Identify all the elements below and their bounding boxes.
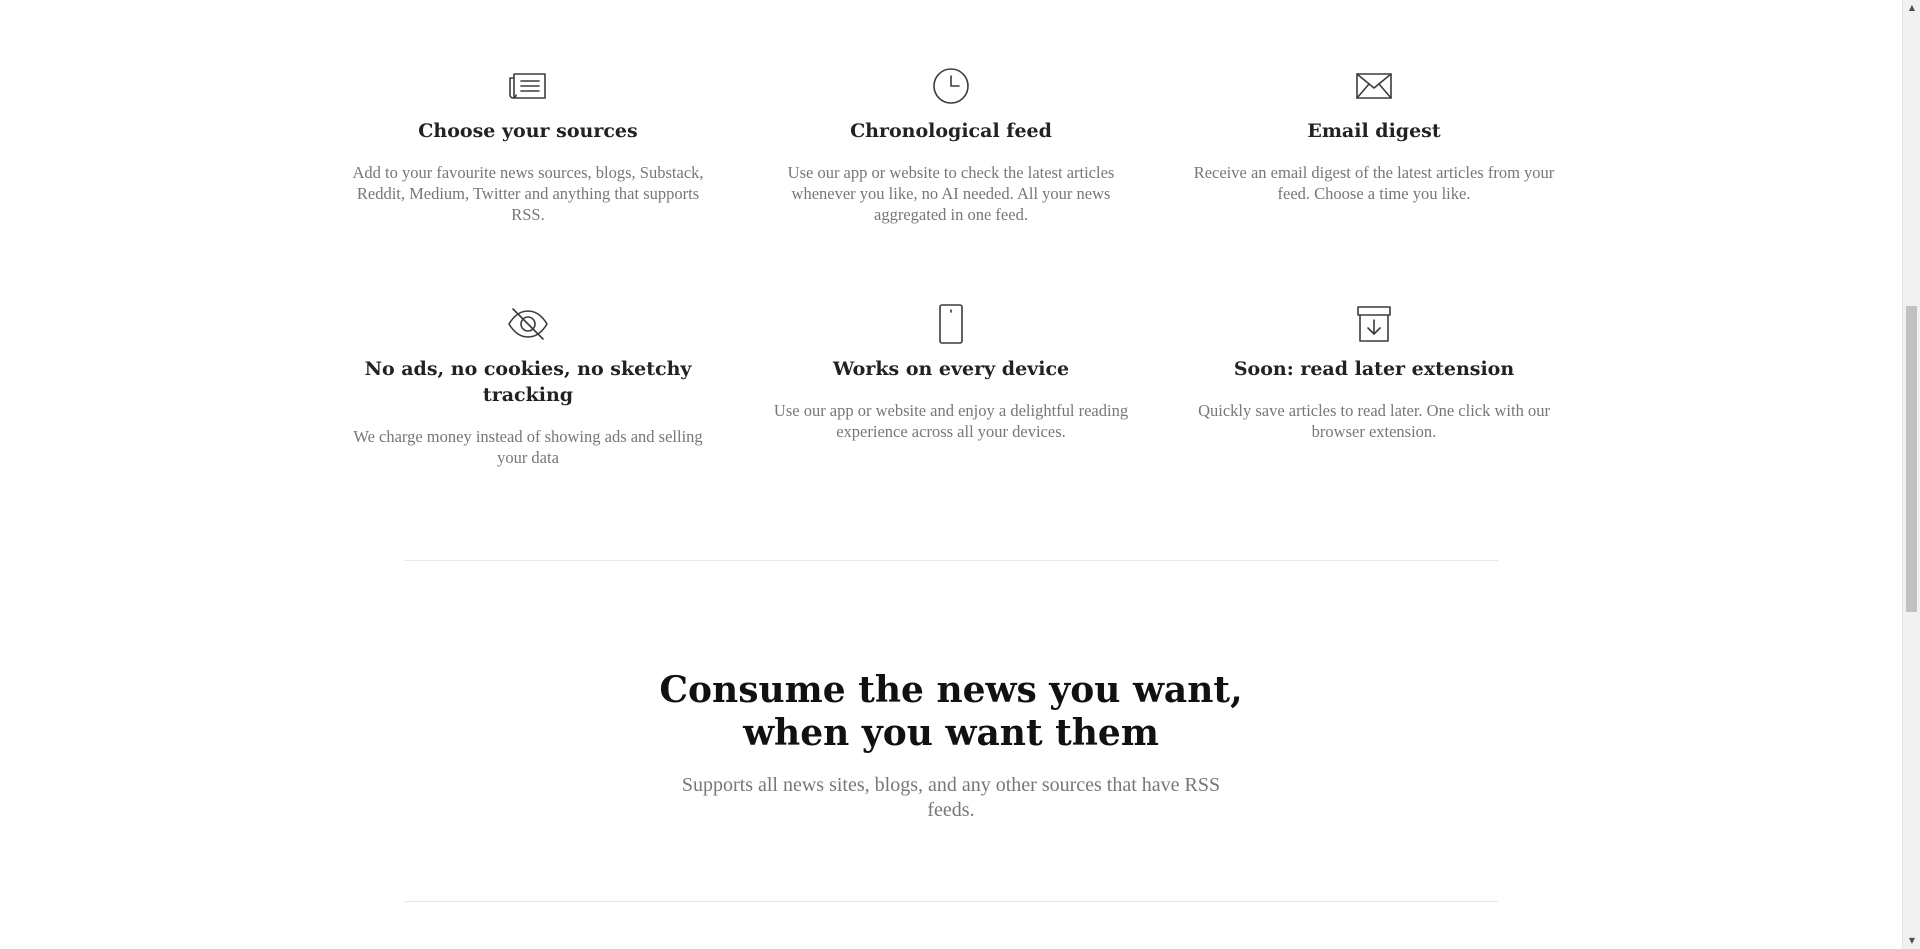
hero-section: Consume the news you want, when you want… [0, 669, 1902, 823]
feature-chronological-feed: Chronological feed Use our app or websit… [766, 64, 1136, 225]
feature-description: Quickly save articles to read later. One… [1198, 401, 1550, 441]
feature-title: Chronological feed [850, 120, 1052, 142]
section-divider [405, 901, 1498, 902]
feature-title: Choose your sources [418, 120, 638, 142]
feature-description: Use our app or website and enjoy a delig… [773, 401, 1129, 441]
envelope-icon [1352, 64, 1396, 108]
eye-slash-icon [506, 302, 550, 346]
feature-description: Add to your favourite news sources, blog… [352, 163, 704, 224]
smartphone-icon [929, 302, 973, 346]
feature-description: Use our app or website to check the late… [787, 163, 1115, 224]
scroll-down-arrow-icon[interactable]: ▼ [1903, 933, 1920, 949]
hero-heading: Consume the news you want, when you want… [0, 669, 1902, 755]
page-viewport: Choose your sources Add to your favourit… [0, 0, 1902, 949]
feature-description: Receive an email digest of the latest ar… [1193, 163, 1555, 203]
hero-heading-line: Consume the news you want, [659, 669, 1243, 711]
clock-icon [929, 64, 973, 108]
feature-title: No ads, no cookies, no sketchy tracking [364, 358, 692, 406]
feature-title: Soon: read later extension [1233, 358, 1515, 380]
feature-description: We charge money instead of showing ads a… [353, 427, 703, 467]
section-divider [405, 560, 1498, 561]
feature-every-device: Works on every device Use our app or web… [766, 302, 1136, 442]
feature-title: Email digest [1307, 120, 1441, 142]
vertical-scrollbar[interactable]: ▲ ▼ [1902, 0, 1920, 949]
scrollbar-thumb[interactable] [1906, 306, 1917, 612]
archive-download-icon [1352, 302, 1396, 346]
feature-no-ads: No ads, no cookies, no sketchy tracking … [343, 302, 713, 468]
feature-choose-sources: Choose your sources Add to your favourit… [343, 64, 713, 225]
hero-heading-line: when you want them [743, 712, 1159, 754]
feature-title: Works on every device [832, 358, 1070, 380]
hero-subtext: Supports all news sites, blogs, and any … [681, 774, 1221, 821]
newspaper-icon [506, 64, 550, 108]
scroll-up-arrow-icon[interactable]: ▲ [1903, 0, 1920, 16]
feature-read-later: Soon: read later extension Quickly save … [1189, 302, 1559, 442]
feature-email-digest: Email digest Receive an email digest of … [1189, 64, 1559, 204]
